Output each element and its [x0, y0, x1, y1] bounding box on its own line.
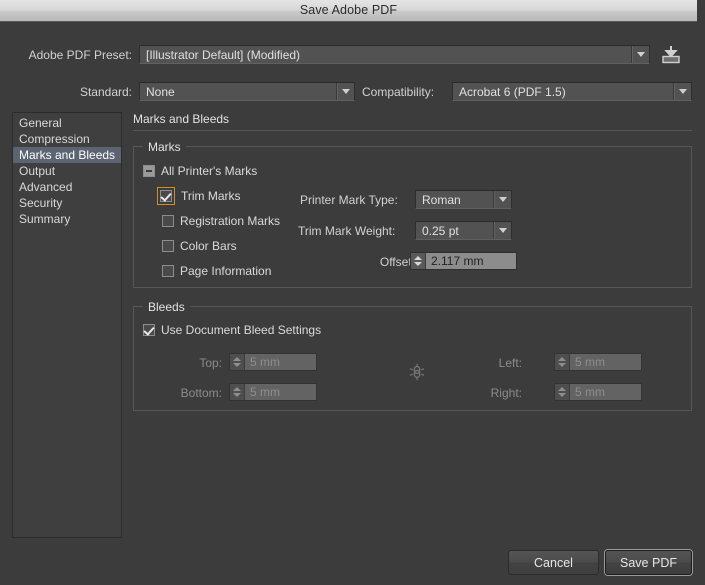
save-preset-glyph [660, 44, 684, 66]
color-bars-checkbox[interactable]: Color Bars [162, 239, 237, 253]
standard-dropdown[interactable]: None [139, 82, 355, 101]
window-titlebar: Save Adobe PDF [0, 0, 697, 22]
chevron-down-icon[interactable] [673, 83, 691, 100]
all-printers-marks-checkbox[interactable]: All Printer's Marks [143, 164, 257, 178]
cancel-button[interactable]: Cancel [508, 550, 599, 575]
checkbox-checked-icon[interactable] [143, 324, 155, 336]
compatibility-label: Compatibility: [362, 85, 434, 99]
save-pdf-button[interactable]: Save PDF [605, 550, 692, 575]
all-printers-marks-label: All Printer's Marks [161, 164, 257, 178]
offset-label: Offset: [360, 255, 415, 269]
sidebar-item-marks-and-bleeds[interactable]: Marks and Bleeds [13, 147, 121, 163]
trim-mark-weight-label: Trim Mark Weight: [298, 224, 395, 238]
chevron-down-icon[interactable] [631, 46, 649, 63]
checkbox-mixed-icon[interactable] [143, 165, 155, 177]
stepper-up-icon[interactable] [233, 357, 241, 361]
sidebar-item-general[interactable]: General [13, 115, 121, 131]
adobe-pdf-preset-value: [Illustrator Default] (Modified) [140, 48, 631, 62]
sidebar-item-compression[interactable]: Compression [13, 131, 121, 147]
standard-label: Standard: [20, 85, 132, 99]
page-information-checkbox[interactable]: Page Information [162, 264, 271, 278]
checkbox-unchecked-icon[interactable] [162, 215, 174, 227]
bleed-right-value: 5 mm [570, 384, 641, 400]
bleed-left-value: 5 mm [570, 354, 641, 370]
sidebar-item-summary[interactable]: Summary [13, 211, 121, 227]
checkbox-unchecked-icon[interactable] [162, 240, 174, 252]
bleed-top-stepper[interactable] [230, 354, 245, 370]
chevron-down-icon[interactable] [493, 191, 511, 208]
stepper-up-icon[interactable] [414, 256, 422, 260]
bleed-bottom-stepper[interactable] [230, 384, 245, 400]
adobe-pdf-preset-label: Adobe PDF Preset: [22, 48, 132, 62]
color-bars-label: Color Bars [180, 239, 237, 253]
bleeds-group-legend: Bleeds [143, 300, 190, 314]
offset-input[interactable]: 2.117 mm [410, 252, 517, 270]
stepper-down-icon[interactable] [233, 363, 241, 367]
standard-value: None [140, 85, 336, 99]
trim-marks-label: Trim Marks [181, 189, 241, 203]
checkbox-unchecked-icon[interactable] [162, 265, 174, 277]
registration-marks-label: Registration Marks [180, 214, 280, 228]
checkbox-checked-icon[interactable] [160, 190, 172, 202]
stepper-down-icon[interactable] [414, 262, 422, 266]
page-title: Marks and Bleeds [133, 112, 229, 126]
use-document-bleed-settings-label: Use Document Bleed Settings [161, 323, 321, 337]
bleed-left-label: Left: [460, 356, 522, 370]
offset-value: 2.117 mm [426, 253, 516, 269]
printer-mark-type-label: Printer Mark Type: [300, 193, 398, 207]
broken-link-glyph [406, 361, 428, 383]
stepper-up-icon[interactable] [558, 357, 566, 361]
save-preset-icon[interactable] [660, 44, 684, 66]
titlebar-right-edge [697, 0, 705, 22]
use-document-bleed-settings-checkbox[interactable]: Use Document Bleed Settings [143, 323, 321, 337]
bleed-top-label: Top: [160, 356, 222, 370]
stepper-down-icon[interactable] [233, 393, 241, 397]
compatibility-dropdown[interactable]: Acrobat 6 (PDF 1.5) [452, 82, 692, 101]
sidebar-item-output[interactable]: Output [13, 163, 121, 179]
bleed-bottom-input[interactable]: 5 mm [229, 383, 317, 401]
printer-mark-type-dropdown[interactable]: Roman [415, 190, 512, 209]
bleed-bottom-value: 5 mm [245, 384, 316, 400]
stepper-up-icon[interactable] [558, 387, 566, 391]
sidebar-item-security[interactable]: Security [13, 195, 121, 211]
chevron-down-icon[interactable] [336, 83, 354, 100]
sidebar-item-advanced[interactable]: Advanced [13, 179, 121, 195]
stepper-down-icon[interactable] [558, 393, 566, 397]
focus-ring [157, 187, 175, 205]
trim-mark-weight-value: 0.25 pt [416, 224, 493, 238]
bleed-right-label: Right: [460, 386, 522, 400]
broken-link-icon[interactable] [406, 361, 428, 383]
bleed-left-input[interactable]: 5 mm [554, 353, 642, 371]
window-title: Save Adobe PDF [0, 3, 697, 17]
bleed-right-stepper[interactable] [555, 384, 570, 400]
chevron-down-icon[interactable] [493, 222, 511, 239]
offset-stepper[interactable] [411, 253, 426, 269]
printer-mark-type-value: Roman [416, 193, 493, 207]
bleed-bottom-label: Bottom: [148, 386, 222, 400]
adobe-pdf-preset-dropdown[interactable]: [Illustrator Default] (Modified) [139, 45, 650, 64]
bleed-top-value: 5 mm [245, 354, 316, 370]
trim-mark-weight-dropdown[interactable]: 0.25 pt [415, 221, 512, 240]
marks-group-legend: Marks [143, 140, 186, 154]
page-title-divider [133, 130, 692, 131]
bleed-left-stepper[interactable] [555, 354, 570, 370]
stepper-up-icon[interactable] [233, 387, 241, 391]
compatibility-value: Acrobat 6 (PDF 1.5) [453, 85, 673, 99]
save-adobe-pdf-dialog: Save Adobe PDF Adobe PDF Preset: [Illust… [0, 0, 705, 585]
bleed-top-input[interactable]: 5 mm [229, 353, 317, 371]
trim-marks-checkbox[interactable]: Trim Marks [160, 189, 241, 203]
registration-marks-checkbox[interactable]: Registration Marks [162, 214, 280, 228]
settings-category-list[interactable]: General Compression Marks and Bleeds Out… [12, 112, 122, 538]
bleed-right-input[interactable]: 5 mm [554, 383, 642, 401]
stepper-down-icon[interactable] [558, 363, 566, 367]
page-information-label: Page Information [180, 264, 271, 278]
